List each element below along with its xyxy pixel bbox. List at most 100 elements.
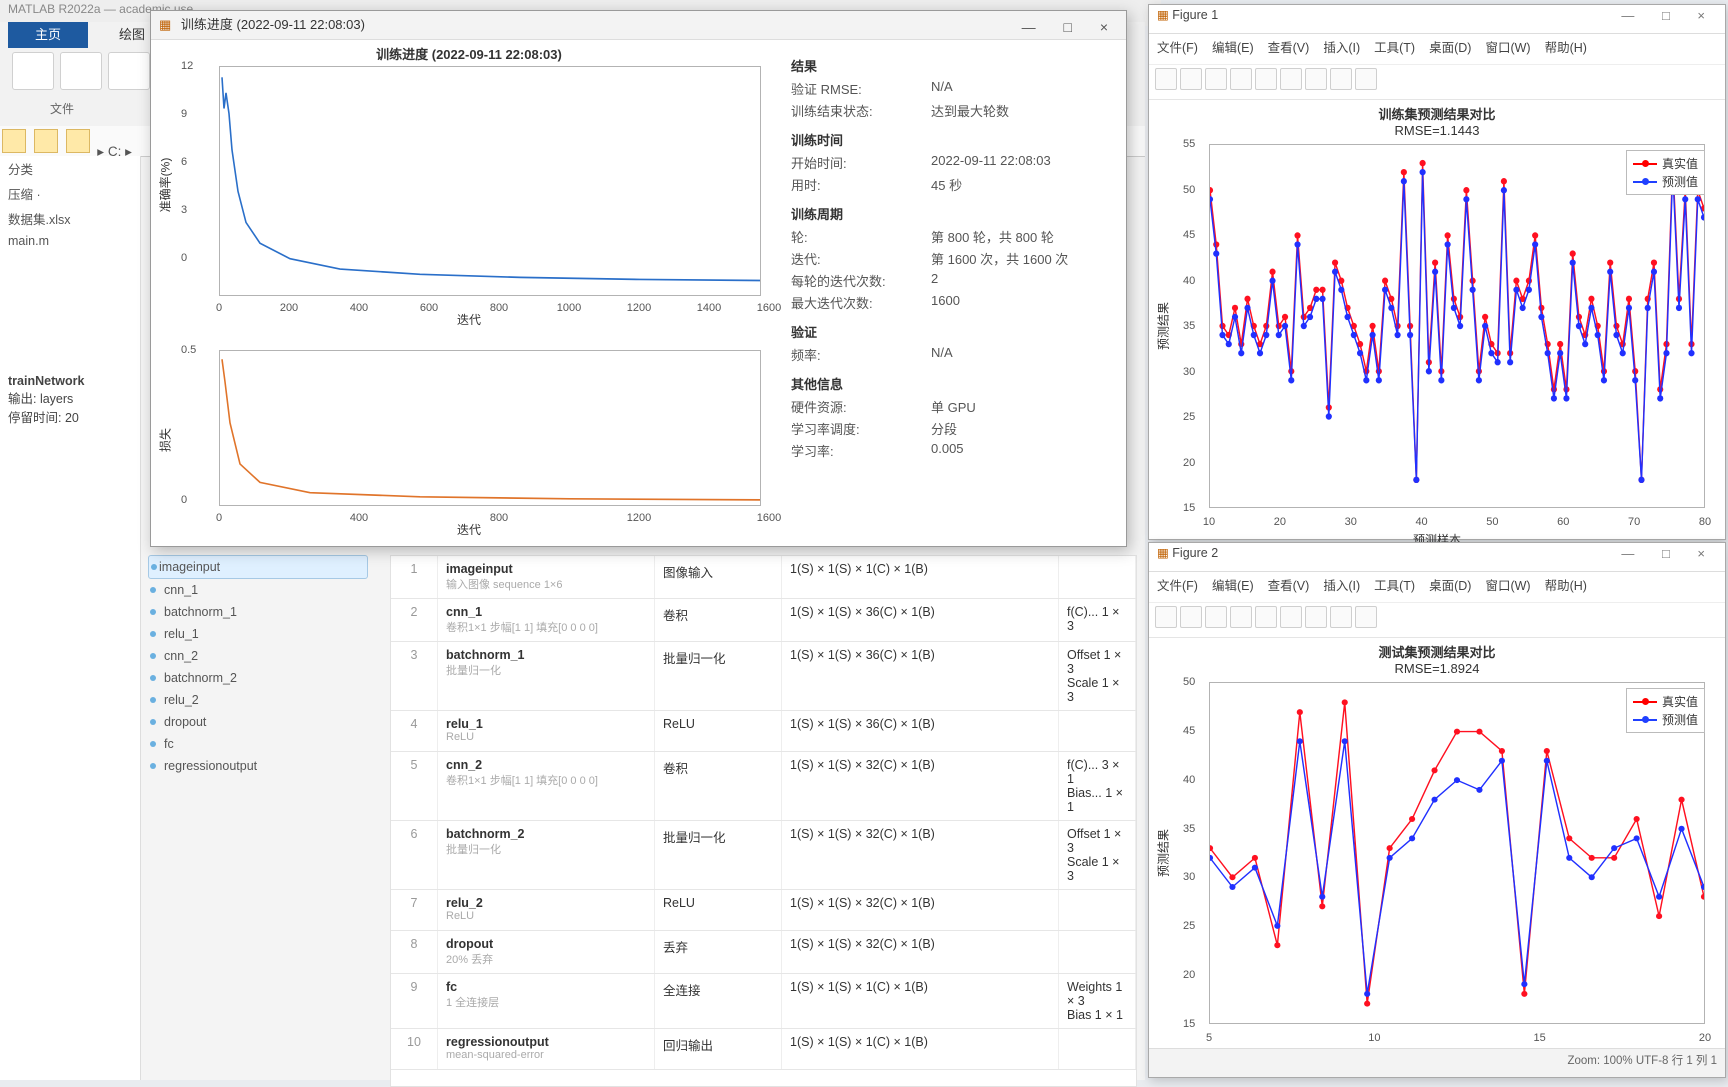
toolbar-icon[interactable] <box>1330 68 1352 90</box>
toolbar-icon[interactable] <box>1330 606 1352 628</box>
menu-item[interactable]: 文件(F) <box>1157 579 1198 593</box>
new-livescript-icon[interactable] <box>60 52 102 90</box>
window-controls[interactable]: — □ × <box>1621 8 1717 23</box>
info-key: 验证 RMSE: <box>791 79 931 98</box>
file-item[interactable]: 数据集.xlsx <box>0 206 140 231</box>
menu-item[interactable]: 查看(V) <box>1268 579 1310 593</box>
info-key: 硬件资源: <box>791 397 931 416</box>
figure-2-title: Figure 2 <box>1172 546 1218 560</box>
info-val: 第 800 轮，共 800 轮 <box>931 227 1111 246</box>
menu-item[interactable]: 桌面(D) <box>1429 41 1471 55</box>
training-titlebar[interactable]: ▦ 训练进度 (2022-09-11 22:08:03) — □ × <box>151 11 1126 40</box>
menu-item[interactable]: 窗口(W) <box>1485 41 1530 55</box>
toolbar-icon[interactable] <box>1255 606 1277 628</box>
menu-item[interactable]: 编辑(E) <box>1212 41 1254 55</box>
menu-item[interactable]: 插入(I) <box>1323 41 1360 55</box>
y-axis-label: 损失 <box>157 428 174 452</box>
training-header: 训练进度 (2022-09-11 22:08:03) <box>159 40 779 67</box>
toolbar-icon[interactable] <box>1355 68 1377 90</box>
graph-node[interactable]: dropout <box>148 711 368 733</box>
menu-item[interactable]: 插入(I) <box>1323 579 1360 593</box>
figure-1-toolbar[interactable] <box>1149 65 1725 100</box>
info-val: N/A <box>931 79 1111 98</box>
table-row[interactable]: 4 relu_1ReLU ReLU 1(S) × 1(S) × 36(C) × … <box>391 711 1136 752</box>
menu-item[interactable]: 工具(T) <box>1374 579 1415 593</box>
table-row[interactable]: 3 batchnorm_1批量归一化 批量归一化 1(S) × 1(S) × 3… <box>391 642 1136 711</box>
graph-node[interactable]: imageinput <box>148 555 368 579</box>
file-item[interactable]: 分类 <box>0 156 140 181</box>
graph-node[interactable]: regressionoutput <box>148 755 368 777</box>
toolbar-icon[interactable] <box>1230 606 1252 628</box>
toolbar-icon[interactable] <box>1305 606 1327 628</box>
menu-item[interactable]: 窗口(W) <box>1485 579 1530 593</box>
table-row[interactable]: 7 relu_2ReLU ReLU 1(S) × 1(S) × 32(C) × … <box>391 890 1136 931</box>
figure-2-titlebar[interactable]: ▦ Figure 2 — □ × <box>1149 543 1725 572</box>
info-key: 最大迭代次数: <box>791 293 931 312</box>
info-key: 每轮的迭代次数: <box>791 271 931 290</box>
section-validation: 验证 <box>791 322 1111 341</box>
graph-node[interactable]: fc <box>148 733 368 755</box>
file-item[interactable]: main.m <box>0 231 140 251</box>
figure-2-menubar[interactable]: 文件(F) 编辑(E) 查看(V) 插入(I) 工具(T) 桌面(D) 窗口(W) 帮助(H) <box>1149 572 1725 603</box>
figure-2-plot-area: 测试集预测结果对比RMSE=1.8924 真实值 预测值 预测样本 预测结果 1… <box>1149 638 1725 1068</box>
figure-1-menubar[interactable]: 文件(F) 编辑(E) 查看(V) 插入(I) 工具(T) 桌面(D) 窗口(W) 帮助(H) <box>1149 34 1725 65</box>
table-row[interactable]: 8 dropout20% 丢弃 丢弃 1(S) × 1(S) × 32(C) ×… <box>391 931 1136 974</box>
menu-item[interactable]: 查看(V) <box>1268 41 1310 55</box>
toolbar-icon[interactable] <box>1280 606 1302 628</box>
file-item[interactable]: 压缩 · <box>0 181 140 206</box>
figure-2-toolbar[interactable] <box>1149 603 1725 638</box>
table-row[interactable]: 10 regressionoutputmean-squared-error 回归… <box>391 1029 1136 1070</box>
menu-item[interactable]: 文件(F) <box>1157 41 1198 55</box>
menu-item[interactable]: 编辑(E) <box>1212 579 1254 593</box>
new-script-icon[interactable] <box>12 52 54 90</box>
toolbar-icon[interactable] <box>1255 68 1277 90</box>
x-axis-label: 迭代 <box>457 521 481 538</box>
ribbon-tab-home[interactable]: 主页 <box>8 22 88 48</box>
table-row[interactable]: 1 imageinput输入图像 sequence 1×6 图像输入 1(S) … <box>391 556 1136 599</box>
cmd-line: 输出: layers <box>8 392 73 406</box>
table-row[interactable]: 6 batchnorm_2批量归一化 批量归一化 1(S) × 1(S) × 3… <box>391 821 1136 890</box>
toolbar-icon[interactable] <box>1155 606 1177 628</box>
menu-item[interactable]: 帮助(H) <box>1545 579 1587 593</box>
path-segment-icon[interactable] <box>66 129 90 153</box>
toolbar-icon[interactable] <box>1305 68 1327 90</box>
rmse-line <box>220 67 760 295</box>
info-val: 分段 <box>931 419 1111 438</box>
graph-node[interactable]: cnn_2 <box>148 645 368 667</box>
graph-node[interactable]: relu_1 <box>148 623 368 645</box>
window-controls[interactable]: — □ × <box>1621 546 1717 561</box>
graph-node[interactable]: relu_2 <box>148 689 368 711</box>
training-progress-window: ▦ 训练进度 (2022-09-11 22:08:03) — □ × 训练进度 … <box>150 10 1127 547</box>
table-row[interactable]: 5 cnn_2卷积1×1 步幅[1 1] 填充[0 0 0 0] 卷积 1(S)… <box>391 752 1136 821</box>
path-segment-icon[interactable] <box>2 129 26 153</box>
figure-1-titlebar[interactable]: ▦ Figure 1 — □ × <box>1149 5 1725 34</box>
toolbar-icon[interactable] <box>1205 606 1227 628</box>
figure-1-window: ▦ Figure 1 — □ × 文件(F) 编辑(E) 查看(V) 插入(I) 工具(… <box>1148 4 1726 540</box>
training-info-pane: 结果 验证 RMSE:N/A 训练结束状态:达到最大轮数 训练时间 开始时间:2… <box>791 46 1111 540</box>
graph-node[interactable]: cnn_1 <box>148 579 368 601</box>
open-icon[interactable] <box>108 52 150 90</box>
toolbar-icon[interactable] <box>1180 68 1202 90</box>
app-icon: ▦ <box>1157 8 1169 22</box>
toolbar-icon[interactable] <box>1280 68 1302 90</box>
graph-node[interactable]: batchnorm_2 <box>148 667 368 689</box>
info-val: 0.005 <box>931 441 1111 460</box>
toolbar-icon[interactable] <box>1180 606 1202 628</box>
info-key: 学习率: <box>791 441 931 460</box>
toolbar-icon[interactable] <box>1355 606 1377 628</box>
table-row[interactable]: 9 fc1 全连接层 全连接 1(S) × 1(S) × 1(C) × 1(B)… <box>391 974 1136 1029</box>
window-controls[interactable]: — □ × <box>1022 13 1120 41</box>
current-folder-panel: 分类 压缩 · 数据集.xlsx main.m <box>0 156 141 1080</box>
section-cycle: 训练周期 <box>791 204 1111 223</box>
path-segment-icon[interactable] <box>34 129 58 153</box>
toolbar-icon[interactable] <box>1155 68 1177 90</box>
info-val: 第 1600 次，共 1600 次 <box>931 249 1111 268</box>
graph-node[interactable]: batchnorm_1 <box>148 601 368 623</box>
menu-item[interactable]: 桌面(D) <box>1429 579 1471 593</box>
toolbar-icon[interactable] <box>1230 68 1252 90</box>
table-row[interactable]: 2 cnn_1卷积1×1 步幅[1 1] 填充[0 0 0 0] 卷积 1(S)… <box>391 599 1136 642</box>
menu-item[interactable]: 帮助(H) <box>1545 41 1587 55</box>
menu-item[interactable]: 工具(T) <box>1374 41 1415 55</box>
section-time: 训练时间 <box>791 130 1111 149</box>
toolbar-icon[interactable] <box>1205 68 1227 90</box>
